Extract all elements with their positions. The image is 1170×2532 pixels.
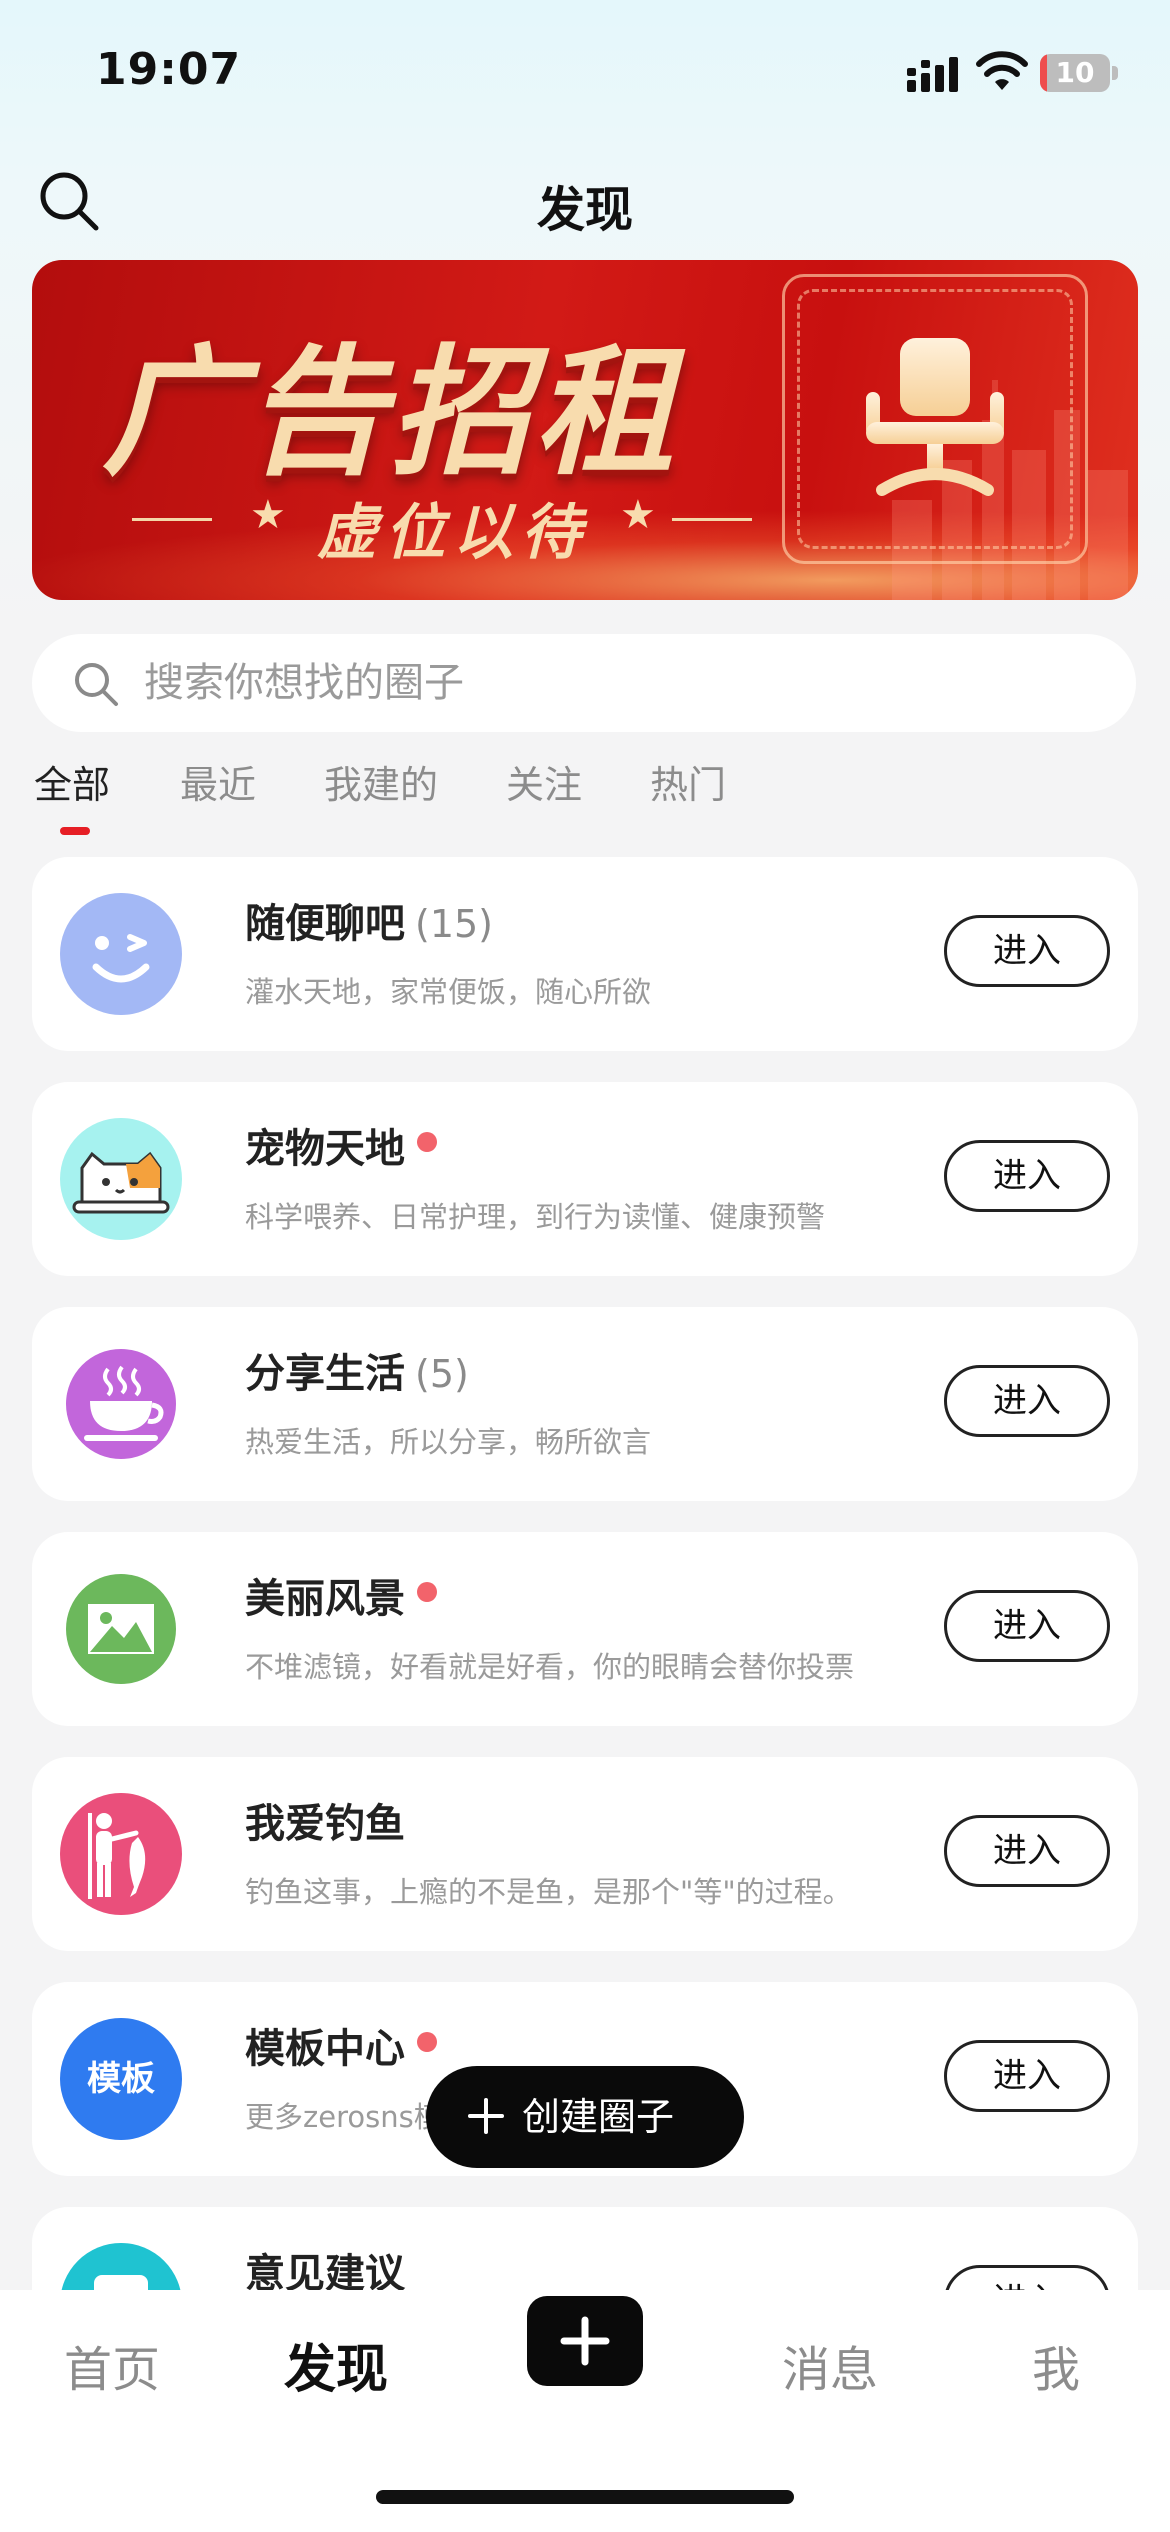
cat-icon: [60, 1118, 182, 1240]
enter-button[interactable]: 进入: [944, 2040, 1110, 2112]
battery-percentage: 10: [1055, 56, 1095, 89]
chair-icon: [866, 338, 1004, 496]
cellular-signal-icon: [907, 57, 958, 92]
circle-card[interactable]: 宠物天地 科学喂养、日常护理，到行为读懂、健康预警 进入: [32, 1082, 1138, 1276]
circle-name: 我爱钓鱼: [245, 1801, 405, 1847]
tab-following[interactable]: 关注: [506, 755, 582, 815]
circle-name: 美丽风景: [245, 1576, 405, 1622]
enter-button[interactable]: 进入: [944, 1140, 1110, 1212]
circle-title-row: 宠物天地: [245, 1116, 437, 1176]
wink-face-icon: [60, 893, 182, 1015]
battery-cap: [1112, 66, 1118, 80]
banner-title: 广告招租: [102, 332, 679, 495]
tabbar-discover[interactable]: 发现: [276, 2330, 396, 2410]
circle-member-count: (5): [415, 1352, 469, 1396]
circle-description: 热爱生活，所以分享，畅所欲言: [245, 1425, 652, 1459]
tab-all[interactable]: 全部: [34, 755, 110, 815]
create-circle-label: 创建圈子: [522, 2095, 675, 2139]
status-time: 19:07: [96, 44, 242, 95]
landscape-icon: [60, 1568, 182, 1690]
home-indicator: [376, 2490, 794, 2504]
circle-description: 更多zerosns模: [245, 2100, 443, 2134]
circle-title-row: 模板中心: [245, 2016, 437, 2076]
circle-card[interactable]: 我爱钓鱼 钓鱼这事，上瘾的不是鱼，是那个"等"的过程。 进入: [32, 1757, 1138, 1951]
tab-recent[interactable]: 最近: [180, 755, 256, 815]
circle-search-input[interactable]: [144, 634, 1044, 732]
circle-name: 分享生活: [245, 1351, 405, 1397]
tabbar-messages[interactable]: 消息: [770, 2330, 890, 2410]
circle-search-bar[interactable]: [32, 634, 1136, 732]
circle-name: 宠物天地: [245, 1126, 405, 1172]
publish-button[interactable]: [527, 2296, 643, 2386]
enter-button[interactable]: 进入: [944, 1590, 1110, 1662]
circle-card[interactable]: 分享生活 (5) 热爱生活，所以分享，畅所欲言 进入: [32, 1307, 1138, 1501]
ad-banner[interactable]: 广告招租 ★ 虚位以待 ★: [32, 260, 1138, 600]
banner-divider-left: [132, 518, 212, 521]
circle-card[interactable]: 随便聊吧 (15) 灌水天地，家常便饭，随心所欲 进入: [32, 857, 1138, 1051]
status-bar: 19:07 10: [0, 0, 1170, 150]
battery-icon: 10: [1040, 54, 1110, 92]
tab-hot[interactable]: 热门: [650, 755, 726, 815]
search-icon: [75, 663, 118, 706]
enter-button[interactable]: 进入: [944, 915, 1110, 987]
tabbar-home[interactable]: 首页: [52, 2330, 172, 2410]
create-circle-button[interactable]: 创建圈子: [426, 2066, 744, 2168]
new-post-dot: [417, 1132, 437, 1152]
circle-member-count: (15): [415, 902, 494, 946]
star-icon: ★: [620, 492, 656, 538]
enter-button[interactable]: 进入: [944, 1365, 1110, 1437]
fisherman-icon: [60, 1793, 182, 1915]
banner-subtitle-group: ★ 虚位以待 ★: [132, 478, 772, 568]
tabbar-me[interactable]: 我: [996, 2330, 1116, 2410]
template-icon-label: 模板: [87, 2059, 155, 2099]
active-tab-indicator: [60, 827, 90, 835]
star-icon: ★: [250, 492, 286, 538]
page-title: 发现: [536, 182, 633, 238]
banner-subtitle: 虚位以待: [317, 498, 589, 568]
circle-title-row: 分享生活 (5): [245, 1341, 469, 1401]
circle-name: 模板中心: [245, 2026, 405, 2072]
plus-icon: [468, 2098, 504, 2134]
circle-description: 钓鱼这事，上瘾的不是鱼，是那个"等"的过程。: [245, 1875, 852, 1909]
circle-description: 不堆滤镜，好看就是好看，你的眼睛会替你投票: [245, 1650, 855, 1684]
enter-button[interactable]: 进入: [944, 1815, 1110, 1887]
template-icon: 模板: [60, 2018, 182, 2140]
category-tabs: 全部 最近 我建的 关注 热门: [0, 755, 1170, 835]
circle-title-row: 美丽风景: [245, 1566, 437, 1626]
circle-title-row: 我爱钓鱼: [245, 1791, 405, 1851]
tab-my-created[interactable]: 我建的: [324, 755, 438, 815]
circle-name: 随便聊吧: [245, 901, 405, 947]
circle-description: 科学喂养、日常护理，到行为读懂、健康预警: [245, 1200, 826, 1234]
circle-card[interactable]: 美丽风景 不堆滤镜，好看就是好看，你的眼睛会替你投票 进入: [32, 1532, 1138, 1726]
wifi-icon: [976, 51, 1028, 90]
circle-title-row: 随便聊吧 (15): [245, 891, 493, 951]
new-post-dot: [417, 2032, 437, 2052]
circle-description: 灌水天地，家常便饭，随心所欲: [245, 975, 652, 1009]
banner-divider-right: [672, 518, 752, 521]
plus-icon: [560, 2316, 610, 2366]
coffee-cup-icon: [60, 1343, 182, 1465]
new-post-dot: [417, 1582, 437, 1602]
